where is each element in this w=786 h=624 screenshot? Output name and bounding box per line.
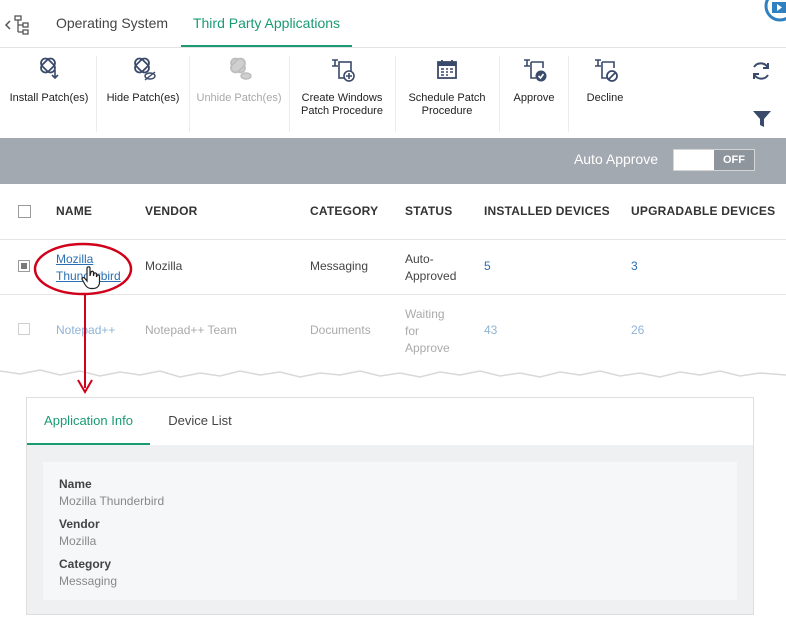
column-header-installed-devices[interactable]: INSTALLED DEVICES [484, 204, 610, 218]
column-header-upgradable-devices[interactable]: UPGRADABLE DEVICES [631, 204, 775, 218]
install-patch-icon [40, 57, 59, 80]
vendor-cell: Mozilla [145, 259, 183, 273]
unhide-patches-button[interactable]: Unhide Patch(es) [191, 56, 287, 132]
install-patches-button[interactable]: Install Patch(es) [4, 56, 94, 132]
column-header-status[interactable]: STATUS [405, 204, 452, 218]
status-cell: Auto- Approved [405, 252, 457, 283]
upgradable-devices-link[interactable]: 3 [631, 259, 638, 273]
column-header-category[interactable]: CATEGORY [310, 204, 378, 218]
toggle-state: OFF [714, 150, 754, 170]
category-cell: Messaging [310, 259, 369, 273]
auto-approve-bar [0, 138, 786, 184]
auto-approve-toggle[interactable]: OFF [673, 149, 755, 171]
tab-operating-system[interactable]: Operating System [46, 0, 178, 47]
tabs-divider [0, 47, 786, 48]
back-tree-icon[interactable] [3, 14, 31, 36]
row-checkbox[interactable] [18, 323, 30, 335]
select-all-checkbox[interactable] [18, 205, 31, 218]
field-value-vendor: Mozilla [59, 534, 97, 548]
status-cell: Waiting for Approve [405, 307, 450, 355]
field-value-category: Messaging [59, 574, 118, 588]
video-help-icon[interactable] [758, 0, 786, 24]
decline-button[interactable]: Decline [570, 56, 640, 132]
hide-patches-button[interactable]: Hide Patch(es) [98, 56, 188, 132]
create-windows-patch-procedure-button[interactable]: Create Windows Patch Procedure [291, 56, 393, 132]
refresh-icon[interactable] [750, 60, 772, 82]
installed-devices-link[interactable]: 5 [484, 259, 491, 273]
category-cell: Documents [310, 323, 371, 337]
decline-icon [595, 59, 618, 82]
field-value-name: Mozilla Thunderbird [59, 494, 165, 508]
tab-application-info[interactable]: Application Info [27, 398, 150, 445]
create-procedure-icon [332, 59, 355, 82]
approve-button[interactable]: Approve [501, 56, 567, 132]
schedule-patch-procedure-button[interactable]: Schedule Patch Procedure [397, 56, 497, 132]
application-info-card [43, 462, 737, 600]
approve-icon [524, 59, 547, 82]
tab-device-list[interactable]: Device List [150, 398, 250, 443]
column-header-name[interactable]: NAME [56, 204, 92, 218]
annotation-callout [33, 242, 133, 394]
hand-cursor-icon [81, 266, 101, 290]
upgradable-devices-link[interactable]: 26 [631, 323, 644, 337]
installed-devices-link[interactable]: 43 [484, 323, 497, 337]
field-label-category: Category [59, 557, 112, 571]
row-checkbox[interactable] [18, 260, 30, 272]
calendar-icon [437, 60, 457, 79]
filter-icon[interactable] [751, 108, 773, 130]
unhide-patch-icon [230, 57, 252, 80]
auto-approve-label: Auto Approve [573, 151, 658, 167]
hide-patch-icon [134, 57, 156, 81]
field-label-name: Name [59, 477, 92, 491]
tab-third-party-applications[interactable]: Third Party Applications [181, 0, 352, 47]
column-header-vendor[interactable]: VENDOR [145, 204, 198, 218]
field-label-vendor: Vendor [59, 517, 100, 531]
vendor-cell: Notepad++ Team [145, 323, 237, 337]
